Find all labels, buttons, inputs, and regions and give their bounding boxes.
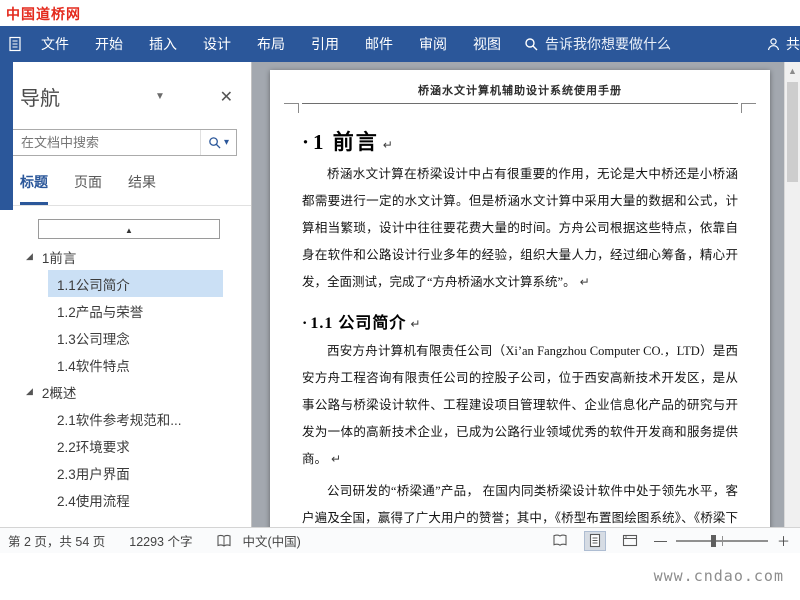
status-bar-right: — ＋ bbox=[549, 530, 792, 551]
top-watermark-strip: 中国道桥网 bbox=[0, 0, 800, 26]
magnifier-icon bbox=[208, 136, 221, 149]
proofing-icon[interactable] bbox=[216, 534, 232, 548]
ribbon-tab-home[interactable]: 开始 bbox=[82, 26, 136, 62]
ribbon-tab-review[interactable]: 审阅 bbox=[406, 26, 460, 62]
vertical-scrollbar[interactable]: ▲ bbox=[784, 62, 800, 527]
read-mode-button[interactable] bbox=[549, 531, 571, 551]
heading-text: 1.1 公司简介 bbox=[310, 315, 407, 332]
bottom-watermark-strip: www.cndao.com bbox=[0, 553, 800, 600]
share-label: 共享 bbox=[786, 36, 800, 52]
page-header: 桥涵水文计算机辅助设计系统使用手册 bbox=[284, 82, 756, 113]
heading-1-1-gongsijianjie[interactable]: · 1.1 公司简介 ↵ bbox=[302, 309, 738, 333]
ribbon-tab-layout[interactable]: 布局 bbox=[244, 26, 298, 62]
navigation-pane-title: 导航 bbox=[20, 88, 60, 110]
heading-label: 2.2环境要求 bbox=[57, 439, 130, 455]
paragraph-mark-icon: ↵ bbox=[579, 275, 590, 289]
zoom-center-tick bbox=[721, 535, 723, 546]
heading-label: 1.1公司简介 bbox=[57, 277, 130, 293]
heading-label: 2.1软件参考规范和... bbox=[57, 412, 182, 428]
body-paragraph[interactable]: 西安方舟计算机有限责任公司（Xi’an Fangzhou Computer CO… bbox=[302, 338, 738, 473]
paragraph-mark-icon: ↵ bbox=[382, 138, 393, 152]
heading-1-qianyan[interactable]: ·1 前言 ↵ bbox=[302, 126, 738, 156]
document-search-box[interactable]: ▾ bbox=[12, 129, 237, 156]
search-input[interactable] bbox=[13, 135, 200, 150]
scrollbar-thumb[interactable] bbox=[787, 82, 798, 182]
caret-up-icon: ▲ bbox=[125, 226, 133, 235]
nav-heading-item[interactable]: 2.1软件参考规范和... bbox=[0, 405, 251, 432]
ribbon-tab-design[interactable]: 设计 bbox=[190, 26, 244, 62]
left-blue-strip bbox=[0, 62, 13, 210]
heading-label: 1前言 bbox=[41, 250, 77, 266]
ribbon-tab-mailings[interactable]: 邮件 bbox=[352, 26, 406, 62]
word-count-status[interactable]: 12293 个字 bbox=[129, 531, 192, 550]
paragraph-text: 公司研发的“桥梁通”产品， 在国内同类桥梁设计软件中处于领先水平，客户遍及全国，… bbox=[302, 484, 738, 525]
nav-heading-item[interactable]: 1.4软件特点 bbox=[0, 351, 251, 378]
ribbon-tab-references[interactable]: 引用 bbox=[298, 26, 352, 62]
heading-text: 1 前言 bbox=[313, 130, 379, 154]
paragraph-text: 西安方舟计算机有限责任公司（Xi’an Fangzhou Computer CO… bbox=[302, 344, 738, 466]
nav-tab-headings[interactable]: 标题 bbox=[20, 172, 48, 205]
expand-triangle-icon[interactable]: ◢ bbox=[26, 251, 33, 262]
document-area: 桥涵水文计算机辅助设计系统使用手册 ·1 前言 ↵ 桥涵水文计算在桥梁设计中占有很… bbox=[252, 62, 800, 527]
page-number-status[interactable]: 第 2 页，共 54 页 bbox=[8, 531, 105, 550]
nav-dropdown-box[interactable]: ▲ bbox=[38, 219, 220, 239]
body-paragraph[interactable]: 公司研发的“桥梁通”产品， 在国内同类桥梁设计软件中处于领先水平，客户遍及全国，… bbox=[302, 478, 738, 527]
nav-heading-item[interactable]: 2.4使用流程 bbox=[0, 486, 251, 513]
ribbon-tab-file[interactable]: 文件 bbox=[28, 26, 82, 62]
nav-heading-item[interactable]: ◢ 2概述 bbox=[0, 378, 251, 405]
search-icon bbox=[524, 37, 538, 51]
nav-heading-item[interactable]: 1.2产品与荣誉 bbox=[0, 297, 251, 324]
nav-tab-results[interactable]: 结果 bbox=[128, 172, 156, 198]
heading-label: 1.2产品与荣誉 bbox=[57, 304, 144, 320]
expand-triangle-icon[interactable]: ◢ bbox=[26, 386, 33, 397]
share-button[interactable]: 共享 bbox=[766, 34, 800, 54]
zoom-control: — ＋ bbox=[654, 531, 790, 550]
zoom-slider-handle[interactable] bbox=[710, 534, 716, 547]
heading-label: 2.3用户界面 bbox=[57, 466, 130, 482]
nav-heading-item[interactable]: ◢ 1前言 bbox=[0, 243, 251, 270]
web-layout-button[interactable] bbox=[619, 531, 641, 551]
close-icon[interactable]: ✕ bbox=[220, 87, 233, 107]
chevron-down-icon[interactable]: ▼ bbox=[155, 91, 165, 102]
print-layout-button[interactable] bbox=[583, 530, 606, 551]
ribbon-tab-view[interactable]: 视图 bbox=[460, 26, 514, 62]
ribbon-tab-bar: 文件 开始 插入 设计 布局 引用 邮件 审阅 视图 告诉我你想要做什么 共享 bbox=[0, 26, 800, 62]
paragraph-mark-icon: ↵ bbox=[331, 452, 342, 466]
outline-bullet-icon: · bbox=[302, 315, 309, 332]
heading-label: 1.4软件特点 bbox=[57, 358, 130, 374]
document-page[interactable]: 桥涵水文计算机辅助设计系统使用手册 ·1 前言 ↵ 桥涵水文计算在桥梁设计中占有很… bbox=[270, 70, 770, 527]
document-icon[interactable] bbox=[6, 35, 24, 53]
heading-label: 2.4使用流程 bbox=[57, 493, 130, 509]
zoom-out-button[interactable]: — bbox=[654, 533, 667, 548]
body-paragraph[interactable]: 桥涵水文计算在桥梁设计中占有很重要的作用，无论是大中桥还是小桥涵都需要进行一定的… bbox=[302, 161, 738, 296]
nav-tab-pages[interactable]: 页面 bbox=[74, 172, 102, 198]
paragraph-text: 桥涵水文计算在桥梁设计中占有很重要的作用，无论是大中桥还是小桥涵都需要进行一定的… bbox=[302, 167, 738, 289]
headings-tree: ◢ 1前言 1.1公司简介 1.2产品与荣誉 1.3公司理念 1.4软件特点 ◢… bbox=[0, 243, 251, 513]
watermark-text-top: 中国道桥网 bbox=[6, 6, 81, 22]
outline-bullet-icon: · bbox=[302, 130, 312, 154]
watermark-text-bottom: www.cndao.com bbox=[653, 567, 784, 585]
status-bar: 第 2 页，共 54 页 12293 个字 中文(中国) — ＋ bbox=[0, 527, 800, 553]
tell-me-label: 告诉我你想要做什么 bbox=[545, 36, 671, 52]
navigation-pane: 导航 ▼ ✕ ▾ 标题 页面 结果 ▲ ◢ 1前言 bbox=[0, 62, 252, 527]
main-area: 导航 ▼ ✕ ▾ 标题 页面 结果 ▲ ◢ 1前言 bbox=[0, 62, 800, 527]
heading-label: 1.3公司理念 bbox=[57, 331, 130, 347]
zoom-slider[interactable] bbox=[675, 534, 768, 547]
language-status[interactable]: 中文(中国) bbox=[242, 531, 300, 550]
nav-heading-item[interactable]: 2.2环境要求 bbox=[0, 432, 251, 459]
heading-label: 2概述 bbox=[41, 385, 77, 401]
nav-heading-item[interactable]: 2.3用户界面 bbox=[0, 459, 251, 486]
navigation-pane-header: 导航 ▼ ✕ bbox=[0, 62, 251, 117]
scroll-up-icon[interactable]: ▲ bbox=[785, 62, 800, 76]
ribbon-tab-insert[interactable]: 插入 bbox=[136, 26, 190, 62]
zoom-in-button[interactable]: ＋ bbox=[777, 531, 790, 550]
navigation-tabs: 标题 页面 结果 bbox=[0, 156, 251, 206]
person-icon bbox=[766, 37, 781, 52]
search-options-button[interactable]: ▾ bbox=[199, 130, 236, 155]
paragraph-mark-icon: ↵ bbox=[410, 317, 421, 331]
nav-heading-item-selected[interactable]: 1.1公司简介 bbox=[48, 270, 223, 297]
nav-heading-item[interactable]: 1.3公司理念 bbox=[0, 324, 251, 351]
tell-me-box[interactable]: 告诉我你想要做什么 bbox=[524, 34, 671, 54]
search-caret-icon: ▾ bbox=[223, 137, 229, 148]
